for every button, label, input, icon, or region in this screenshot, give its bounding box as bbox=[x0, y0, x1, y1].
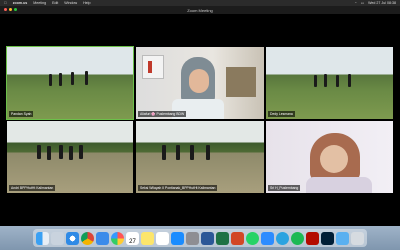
dock: 27 bbox=[0, 226, 400, 250]
calendar-icon[interactable]: 27 bbox=[126, 231, 139, 245]
minimize-window-button[interactable] bbox=[9, 8, 12, 11]
spotify-icon[interactable] bbox=[291, 231, 304, 245]
window-title: Zoom Meeting bbox=[187, 7, 213, 13]
menu-item-window[interactable]: Window bbox=[64, 1, 77, 5]
zoom-icon[interactable] bbox=[261, 231, 274, 245]
photos-icon[interactable] bbox=[111, 231, 124, 245]
zoom-window-button[interactable] bbox=[14, 8, 17, 11]
video-tile-pandan[interactable]: Pandan Syah bbox=[6, 46, 134, 120]
window-titlebar: Zoom Meeting bbox=[0, 6, 400, 14]
video-tile-sri[interactable]: Sri H_Puslembang bbox=[266, 121, 393, 193]
systemprefs-icon[interactable] bbox=[186, 231, 199, 245]
menu-app-name[interactable]: zoom.us bbox=[13, 1, 28, 5]
chrome-icon[interactable] bbox=[81, 231, 94, 245]
dock-bar: 27 bbox=[33, 229, 367, 247]
reminders-icon[interactable] bbox=[156, 231, 169, 245]
acrobat-icon[interactable] bbox=[306, 231, 319, 245]
safari-icon[interactable] bbox=[66, 231, 79, 245]
menu-item-help[interactable]: Help bbox=[83, 1, 90, 5]
participant-name: Andri BPPHutHt Kalimantan bbox=[9, 185, 56, 191]
close-window-button[interactable] bbox=[4, 8, 7, 11]
appstore-icon[interactable] bbox=[171, 231, 184, 245]
battery-icon[interactable]: ▭ bbox=[361, 1, 364, 5]
finder-icon[interactable] bbox=[36, 231, 49, 245]
powerpoint-icon[interactable] bbox=[231, 231, 244, 245]
participant-name: Seksi Wilayah II Pontianak_BPPHutHt Kali… bbox=[138, 185, 218, 191]
word-icon[interactable] bbox=[201, 231, 214, 245]
excel-icon[interactable] bbox=[216, 231, 229, 245]
participant-name: Aliafuri 🌸 Puslembang BDW bbox=[138, 111, 187, 117]
launchpad-icon[interactable] bbox=[51, 231, 64, 245]
photoshop-icon[interactable] bbox=[321, 231, 334, 245]
mail-icon[interactable] bbox=[96, 231, 109, 245]
gallery-view: Pandan Syah Aliafuri 🌸 Puslembang BDW De… bbox=[0, 14, 400, 222]
folder-icon[interactable] bbox=[336, 231, 349, 245]
whatsapp-icon[interactable] bbox=[246, 231, 259, 245]
participant-name: Pandan Syah bbox=[9, 111, 34, 117]
clock[interactable]: Wed 27 Jul 08:38 bbox=[368, 1, 396, 5]
participant-name: Dedy Lesmana bbox=[268, 111, 295, 117]
participant-name: Sri H_Puslembang bbox=[268, 185, 301, 191]
menu-item-edit[interactable]: Edit bbox=[52, 1, 58, 5]
apple-icon[interactable]:  bbox=[4, 1, 7, 5]
notes-icon[interactable] bbox=[141, 231, 154, 245]
video-tile-aliafuri[interactable]: Aliafuri 🌸 Puslembang BDW bbox=[136, 47, 264, 119]
menu-item-meeting[interactable]: Meeting bbox=[33, 1, 46, 5]
telegram-icon[interactable] bbox=[276, 231, 289, 245]
video-tile-seksi-wilayah[interactable]: Seksi Wilayah II Pontianak_BPPHutHt Kali… bbox=[136, 121, 264, 193]
video-tile-dedy[interactable]: Dedy Lesmana bbox=[266, 47, 393, 119]
calendar-day: 27 bbox=[129, 238, 136, 245]
wifi-icon[interactable]: ◔ bbox=[355, 1, 357, 5]
video-tile-andri[interactable]: Andri BPPHutHt Kalimantan bbox=[7, 121, 133, 193]
trash-icon[interactable] bbox=[351, 231, 364, 245]
